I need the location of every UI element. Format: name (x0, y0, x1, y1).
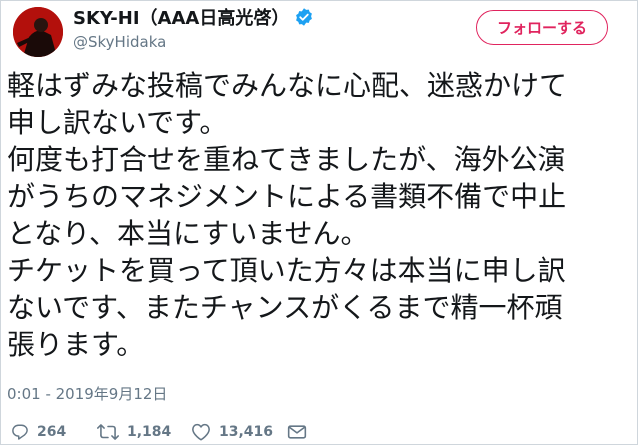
tweet-timestamp[interactable]: 0:01 - 2019年9月12日 (7, 383, 167, 404)
tweet-card: SKY-HI（AAA日高光啓） @SkyHidaka フォローする 軽はずみな投… (0, 0, 638, 445)
tweet-text: 軽はずみな投稿でみんなに心配、迷惑かけて 申し訳ないです。 何度も打合せを重ねて… (7, 67, 637, 363)
like-count: 13,416 (219, 424, 274, 440)
retweet-button[interactable]: 1,184 (97, 423, 171, 441)
tweet-line: 申し訳ないです。 (7, 106, 228, 139)
reply-icon (11, 423, 29, 441)
tweet-line: チケットを買って頂いた方々は本当に申し訳 (7, 254, 566, 287)
user-handle[interactable]: @SkyHidaka (73, 33, 166, 51)
avatar[interactable] (13, 7, 63, 57)
tweet-line: となり、本当にすいません。 (7, 217, 369, 250)
message-button[interactable] (287, 423, 307, 441)
name-row: SKY-HI（AAA日高光啓） (73, 3, 314, 31)
follow-button[interactable]: フォローする (476, 10, 608, 45)
retweet-count: 1,184 (127, 424, 172, 440)
tweet-line: 何度も打合せを重ねてきましたが、海外公演 (7, 143, 566, 176)
retweet-icon (97, 423, 119, 441)
display-name[interactable]: SKY-HI（AAA日高光啓） (73, 4, 289, 30)
tweet-line: 張ります。 (7, 328, 145, 361)
like-button[interactable]: 13,416 (191, 423, 273, 441)
envelope-icon (287, 423, 307, 441)
reply-button[interactable]: 264 (11, 423, 66, 441)
tweet-line: がうちのマネジメントによる書類不備で中止 (7, 180, 567, 213)
heart-icon (191, 423, 211, 441)
reply-count: 264 (37, 424, 67, 440)
tweet-line: ないです、またチャンスがくるまで精一杯頑 (7, 291, 563, 324)
verified-badge-icon (294, 7, 314, 27)
tweet-line: 軽はずみな投稿でみんなに心配、迷惑かけて (7, 69, 568, 102)
action-bar: 264 1,184 13,416 (1, 419, 637, 444)
